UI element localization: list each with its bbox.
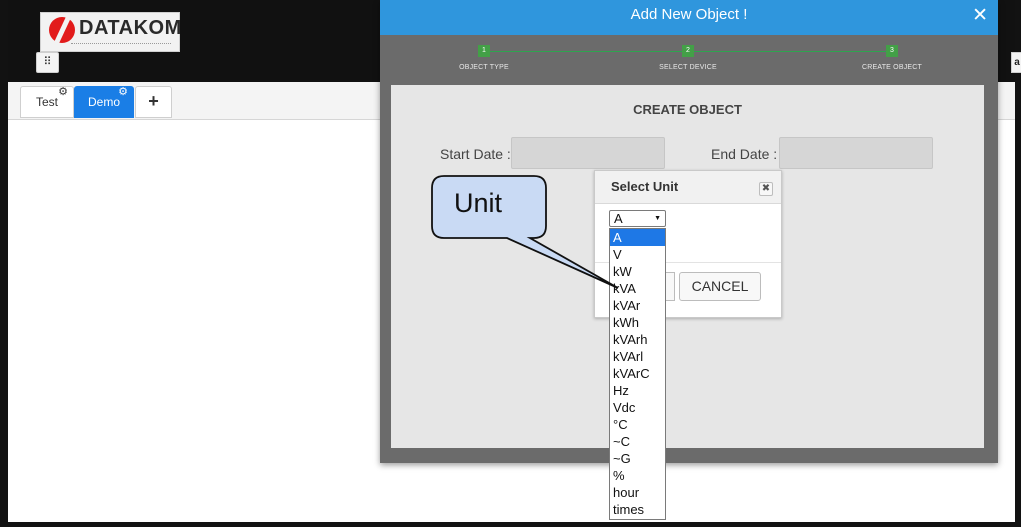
select-unit-header: Select Unit ✖	[595, 171, 781, 204]
tab-test[interactable]: Test ⚙	[20, 86, 74, 118]
unit-option[interactable]: kVArl	[610, 348, 665, 365]
unit-options-list: A VkW kVA kVAr kWh kVArh kVArl kVArC Hz Vdc °C ~C ~G…	[609, 228, 666, 520]
unit-option[interactable]: kW	[610, 263, 665, 280]
close-icon[interactable]: ✖	[759, 182, 773, 196]
unit-option[interactable]: V	[610, 246, 665, 263]
plus-icon: +	[148, 91, 159, 111]
unit-select-value: A	[614, 211, 623, 226]
wizard-steps: 1 OBJECT TYPE 2 SELECT DEVICE 3 CREATE O…	[380, 35, 998, 85]
unit-option[interactable]: Hz	[610, 382, 665, 399]
unit-option[interactable]: kVA	[610, 280, 665, 297]
unit-option[interactable]: kVAr	[610, 297, 665, 314]
step-2-label: SELECT DEVICE	[659, 64, 717, 71]
tab-test-label: Test	[35, 95, 58, 109]
frame-right	[1015, 0, 1021, 527]
tab-demo-label: Demo	[87, 95, 120, 109]
unit-option[interactable]: °C	[610, 416, 665, 433]
start-date-label: Start Date :	[440, 146, 511, 162]
unit-option[interactable]: Vdc	[610, 399, 665, 416]
unit-option[interactable]: ~C	[610, 433, 665, 450]
add-tab-button[interactable]: +	[135, 86, 172, 118]
close-icon[interactable]: ✕	[972, 4, 988, 28]
end-date-input[interactable]	[779, 137, 933, 169]
frame-bottom	[0, 522, 1021, 527]
logo-text: DATAKOM	[79, 17, 182, 39]
gear-icon[interactable]: ⚙	[118, 85, 128, 99]
unit-option[interactable]: A	[610, 229, 665, 246]
end-date-label: End Date :	[711, 146, 778, 162]
grid-menu-button[interactable]: ⠿	[36, 52, 59, 73]
select-unit-title: Select Unit	[611, 179, 679, 194]
create-object-title: CREATE OBJECT	[633, 102, 742, 117]
step-3-marker[interactable]: 3	[886, 45, 898, 57]
unit-select[interactable]: A ▼	[609, 210, 666, 227]
logo-mark-icon	[49, 17, 75, 43]
right-toolbar-label: a	[1014, 57, 1020, 68]
right-toolbar-button[interactable]: a	[1011, 52, 1021, 73]
unit-option[interactable]: hour	[610, 484, 665, 501]
modal-header: Add New Object ! ✕	[380, 0, 998, 35]
cancel-button[interactable]: CANCEL	[679, 272, 761, 301]
unit-option[interactable]: kVArh	[610, 331, 665, 348]
step-1-marker[interactable]: 1	[478, 45, 490, 57]
start-date-input[interactable]	[511, 137, 665, 169]
unit-option[interactable]: ~G	[610, 450, 665, 467]
caret-down-icon: ▼	[654, 215, 661, 222]
tab-demo[interactable]: Demo ⚙	[74, 86, 134, 118]
gear-icon[interactable]: ⚙	[58, 85, 68, 99]
frame-left	[0, 0, 8, 527]
grid-icon: ⠿	[43, 56, 52, 68]
step-2-marker[interactable]: 2	[682, 45, 694, 57]
unit-option[interactable]: kVArC	[610, 365, 665, 382]
unit-option[interactable]: %	[610, 467, 665, 484]
modal-title: Add New Object !	[630, 6, 748, 23]
callout-label: Unit	[454, 188, 503, 218]
step-3-label: CREATE OBJECT	[861, 64, 923, 71]
logo-subline	[71, 43, 171, 46]
step-1-label: OBJECT TYPE	[459, 64, 509, 71]
unit-option[interactable]: kWh	[610, 314, 665, 331]
unit-option[interactable]: times	[610, 501, 665, 518]
datakom-logo: DATAKOM	[40, 12, 182, 52]
